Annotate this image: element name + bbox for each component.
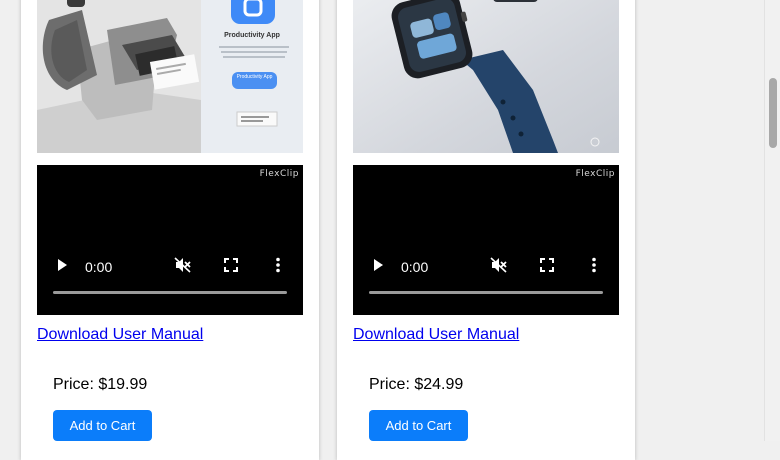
app-title-lettering: Productivity App <box>224 32 280 39</box>
video-progress-track[interactable] <box>369 291 603 294</box>
product-price: Price: $19.99 <box>53 376 148 393</box>
product-card: Productivity App Productivity App FlexCl… <box>21 0 319 460</box>
more-options-icon[interactable] <box>275 257 281 278</box>
product-video-player[interactable]: FlexClip 0:00 <box>37 165 303 315</box>
scrollbar-thumb[interactable] <box>769 78 777 148</box>
add-to-cart-button[interactable]: Add to Cart <box>53 410 152 441</box>
add-to-cart-button[interactable]: Add to Cart <box>369 410 468 441</box>
play-icon[interactable] <box>371 257 385 278</box>
fullscreen-icon[interactable] <box>223 257 239 278</box>
fullscreen-icon[interactable] <box>539 257 555 278</box>
more-options-icon[interactable] <box>591 257 597 278</box>
product-price: Price: $24.99 <box>369 376 464 393</box>
video-time: 0:00 <box>401 259 429 275</box>
product-image: Productivity App Productivity App <box>37 0 303 153</box>
app-button-lettering: Productivity App <box>236 74 273 80</box>
video-watermark: FlexClip <box>575 169 615 179</box>
download-manual-link[interactable]: Download User Manual <box>37 326 203 344</box>
video-time: 0:00 <box>85 259 113 275</box>
vertical-scrollbar[interactable] <box>764 0 780 441</box>
play-icon[interactable] <box>55 257 69 278</box>
mute-icon[interactable] <box>490 257 508 278</box>
product-image <box>353 0 619 153</box>
video-watermark: FlexClip <box>259 169 299 179</box>
mute-icon[interactable] <box>174 257 192 278</box>
product-card: FlexClip 0:00 Download User Manual Price… <box>337 0 635 460</box>
download-manual-link[interactable]: Download User Manual <box>353 326 519 344</box>
video-progress-track[interactable] <box>53 291 287 294</box>
product-video-player[interactable]: FlexClip 0:00 <box>353 165 619 315</box>
